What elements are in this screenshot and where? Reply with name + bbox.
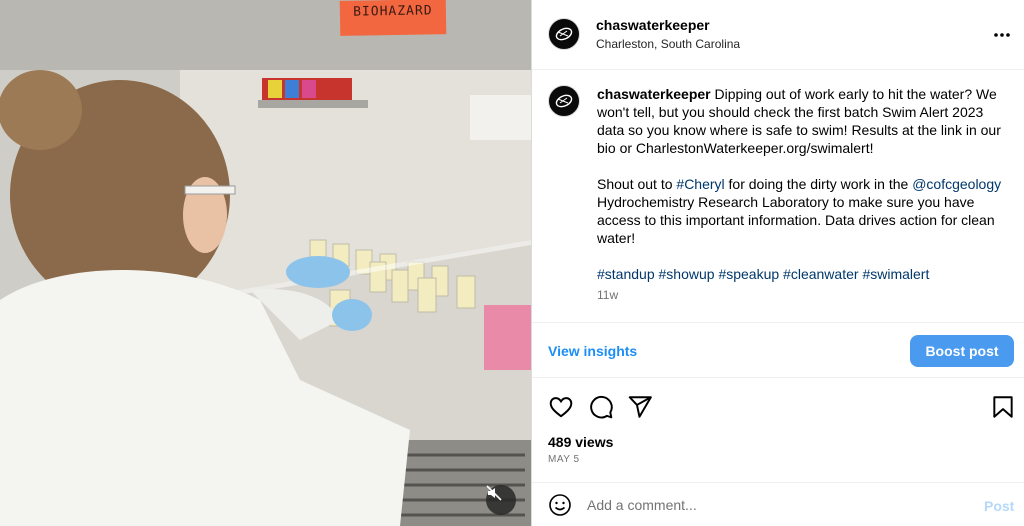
- comment-input[interactable]: [587, 493, 957, 517]
- hashtag-link[interactable]: #standup: [597, 266, 655, 282]
- caption-text: chaswaterkeeper Dipping out of work earl…: [597, 85, 1002, 301]
- post-media[interactable]: BIOHAZARD: [0, 0, 531, 526]
- post-time-ago[interactable]: 11w: [597, 288, 618, 302]
- comment-button[interactable]: [588, 394, 614, 420]
- paper-plane-icon: [628, 396, 652, 418]
- post-date[interactable]: MAY 5: [548, 454, 580, 465]
- like-button[interactable]: [548, 394, 574, 420]
- comment-row: Post: [532, 482, 1024, 526]
- view-insights-link[interactable]: View insights: [548, 343, 637, 359]
- more-options-button[interactable]: [992, 25, 1012, 45]
- bookmark-icon: [993, 396, 1013, 418]
- caption-area: chaswaterkeeper Dipping out of work earl…: [532, 71, 1024, 323]
- comment-bubble-icon: [590, 395, 613, 419]
- ellipsis-icon: [994, 33, 1010, 37]
- post-panel: chaswaterkeeper Charleston, South Caroli…: [531, 0, 1024, 526]
- post-header: chaswaterkeeper Charleston, South Caroli…: [532, 0, 1024, 70]
- caption-p2-mid: for doing the dirty work in the: [724, 176, 913, 192]
- fish-logo-icon: [555, 27, 573, 41]
- insights-row: View insights Boost post: [532, 323, 1024, 378]
- views-count[interactable]: 489 views: [548, 434, 613, 450]
- caption-p2-suffix: Hydrochemistry Research Laboratory to ma…: [597, 194, 995, 246]
- biohazard-sign: BIOHAZARD: [339, 0, 447, 36]
- action-bar: [532, 388, 1024, 424]
- avatar[interactable]: [548, 18, 580, 50]
- hashtag-link[interactable]: #Cheryl: [676, 176, 724, 192]
- heart-icon: [549, 397, 573, 418]
- speaker-muted-icon: [486, 485, 502, 501]
- smiley-icon: [549, 494, 571, 516]
- mention-link[interactable]: @cofcgeology: [912, 176, 1001, 192]
- boost-post-button[interactable]: Boost post: [910, 335, 1014, 367]
- hashtag-link[interactable]: #speakup: [718, 266, 779, 282]
- lab-photo: [0, 0, 531, 526]
- header-username[interactable]: chaswaterkeeper: [596, 17, 710, 33]
- mute-toggle-button[interactable]: [486, 485, 516, 515]
- share-button[interactable]: [627, 394, 653, 420]
- caption-p2-prefix: Shout out to: [597, 176, 677, 192]
- fish-logo-icon: [555, 94, 573, 108]
- caption-username[interactable]: chaswaterkeeper: [597, 86, 711, 102]
- save-button[interactable]: [990, 394, 1016, 420]
- header-location[interactable]: Charleston, South Carolina: [596, 37, 740, 51]
- post-comment-button[interactable]: Post: [984, 498, 1014, 514]
- hashtag-link[interactable]: #cleanwater: [783, 266, 859, 282]
- caption-avatar[interactable]: [548, 85, 580, 117]
- hashtag-link[interactable]: #showup: [659, 266, 715, 282]
- hashtag-link[interactable]: #swimalert: [862, 266, 929, 282]
- emoji-picker-button[interactable]: [548, 493, 572, 517]
